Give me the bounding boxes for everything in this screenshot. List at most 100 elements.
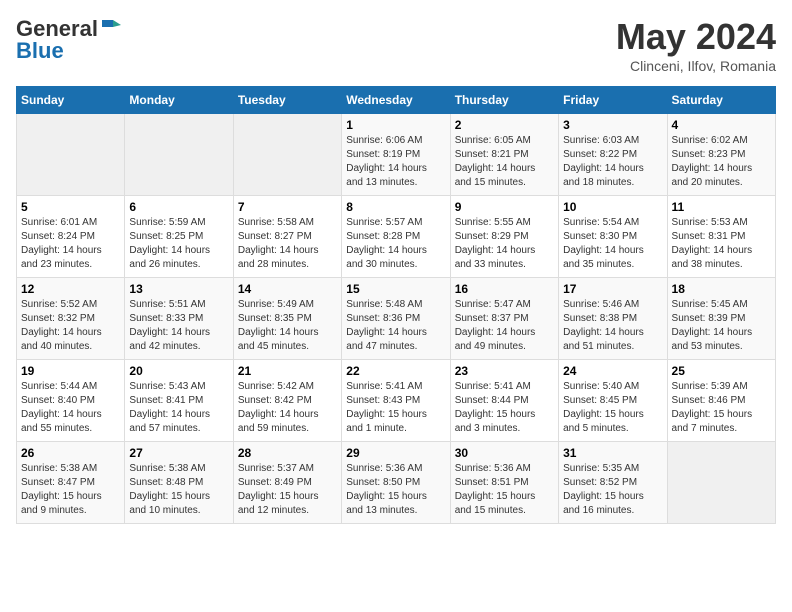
calendar-cell: 4Sunrise: 6:02 AM Sunset: 8:23 PM Daylig… bbox=[667, 114, 775, 196]
calendar-cell: 22 Sunrise: 5:41 AM Sunset: 8:43 PM Dayli… bbox=[342, 360, 450, 442]
calendar-body: 1Sunrise: 6:06 AM Sunset: 8:19 PM Daylig… bbox=[17, 114, 776, 524]
calendar-cell: 21 Sunrise: 5:42 AM Sunset: 8:42 PM Dayli… bbox=[233, 360, 341, 442]
day-number: 16 bbox=[455, 282, 554, 296]
weekday-header-tuesday: Tuesday bbox=[233, 87, 341, 114]
day-content: Sunrise: 6:03 AM Sunset: 8:22 PM Dayligh… bbox=[563, 134, 662, 190]
calendar-cell: 13Sunrise: 5:51 AM Sunset: 8:33 PM Dayli… bbox=[125, 278, 233, 360]
day-content: Sunrise: 6:05 AM Sunset: 8:21 PM Dayligh… bbox=[455, 134, 554, 190]
calendar-cell: 10 Sunrise: 5:54 AM Sunset: 8:30 PM Dayli… bbox=[559, 196, 667, 278]
day-number: 6 bbox=[129, 200, 228, 214]
day-content: Sunrise: 5:55 AM Sunset: 8:29 PM Dayligh… bbox=[455, 216, 554, 272]
calendar-cell: 14Sunrise: 5:49 AM Sunset: 8:35 PM Dayli… bbox=[233, 278, 341, 360]
logo: General Blue bbox=[16, 16, 121, 64]
weekday-header-monday: Monday bbox=[125, 87, 233, 114]
day-content: Sunrise: 5:40 AM Sunset: 8:45 PM Dayligh… bbox=[563, 380, 662, 436]
day-content: Sunrise: 5:48 AM Sunset: 8:36 PM Dayligh… bbox=[346, 298, 445, 354]
calendar-cell: 25Sunrise: 5:39 AM Sunset: 8:46 PM Dayli… bbox=[667, 360, 775, 442]
calendar-week-5: 26Sunrise: 5:38 AM Sunset: 8:47 PM Dayli… bbox=[17, 442, 776, 524]
day-number: 9 bbox=[455, 200, 554, 214]
day-number: 3 bbox=[563, 118, 662, 132]
calendar-cell bbox=[125, 114, 233, 196]
calendar-cell bbox=[667, 442, 775, 524]
day-content: Sunrise: 5:54 AM Sunset: 8:30 PM Dayligh… bbox=[563, 216, 662, 272]
day-number: 10 bbox=[563, 200, 662, 214]
calendar-title: May 2024 bbox=[616, 16, 776, 58]
day-content: Sunrise: 5:59 AM Sunset: 8:25 PM Dayligh… bbox=[129, 216, 228, 272]
calendar-cell: 20Sunrise: 5:43 AM Sunset: 8:41 PM Dayli… bbox=[125, 360, 233, 442]
calendar-cell: 8Sunrise: 5:57 AM Sunset: 8:28 PM Daylig… bbox=[342, 196, 450, 278]
day-content: Sunrise: 5:38 AM Sunset: 8:47 PM Dayligh… bbox=[21, 462, 120, 518]
day-number: 5 bbox=[21, 200, 120, 214]
day-content: Sunrise: 6:02 AM Sunset: 8:23 PM Dayligh… bbox=[672, 134, 771, 190]
day-number: 27 bbox=[129, 446, 228, 460]
calendar-cell: 18Sunrise: 5:45 AM Sunset: 8:39 PM Dayli… bbox=[667, 278, 775, 360]
calendar-cell: 3 Sunrise: 6:03 AM Sunset: 8:22 PM Daylig… bbox=[559, 114, 667, 196]
day-content: Sunrise: 6:01 AM Sunset: 8:24 PM Dayligh… bbox=[21, 216, 120, 272]
day-number: 25 bbox=[672, 364, 771, 378]
calendar-cell: 30 Sunrise: 5:36 AM Sunset: 8:51 PM Dayli… bbox=[450, 442, 558, 524]
day-number: 17 bbox=[563, 282, 662, 296]
calendar-cell: 6 Sunrise: 5:59 AM Sunset: 8:25 PM Daylig… bbox=[125, 196, 233, 278]
day-content: Sunrise: 5:42 AM Sunset: 8:42 PM Dayligh… bbox=[238, 380, 337, 436]
day-content: Sunrise: 5:57 AM Sunset: 8:28 PM Dayligh… bbox=[346, 216, 445, 272]
calendar-cell: 31 Sunrise: 5:35 AM Sunset: 8:52 PM Dayli… bbox=[559, 442, 667, 524]
day-number: 29 bbox=[346, 446, 445, 460]
day-number: 22 bbox=[346, 364, 445, 378]
calendar-cell: 23 Sunrise: 5:41 AM Sunset: 8:44 PM Dayli… bbox=[450, 360, 558, 442]
day-content: Sunrise: 5:36 AM Sunset: 8:51 PM Dayligh… bbox=[455, 462, 554, 518]
day-number: 30 bbox=[455, 446, 554, 460]
day-content: Sunrise: 5:45 AM Sunset: 8:39 PM Dayligh… bbox=[672, 298, 771, 354]
weekday-header-thursday: Thursday bbox=[450, 87, 558, 114]
day-number: 11 bbox=[672, 200, 771, 214]
calendar-cell: 11 Sunrise: 5:53 AM Sunset: 8:31 PM Dayli… bbox=[667, 196, 775, 278]
calendar-cell: 19 Sunrise: 5:44 AM Sunset: 8:40 PM Dayli… bbox=[17, 360, 125, 442]
day-number: 15 bbox=[346, 282, 445, 296]
day-number: 7 bbox=[238, 200, 337, 214]
day-number: 19 bbox=[21, 364, 120, 378]
day-number: 31 bbox=[563, 446, 662, 460]
calendar-cell: 15 Sunrise: 5:48 AM Sunset: 8:36 PM Dayli… bbox=[342, 278, 450, 360]
calendar-cell: 1Sunrise: 6:06 AM Sunset: 8:19 PM Daylig… bbox=[342, 114, 450, 196]
calendar-table: SundayMondayTuesdayWednesdayThursdayFrid… bbox=[16, 86, 776, 524]
day-content: Sunrise: 5:58 AM Sunset: 8:27 PM Dayligh… bbox=[238, 216, 337, 272]
calendar-cell: 16 Sunrise: 5:47 AM Sunset: 8:37 PM Dayli… bbox=[450, 278, 558, 360]
day-content: Sunrise: 5:44 AM Sunset: 8:40 PM Dayligh… bbox=[21, 380, 120, 436]
day-content: Sunrise: 5:36 AM Sunset: 8:50 PM Dayligh… bbox=[346, 462, 445, 518]
title-section: May 2024 Clinceni, Ilfov, Romania bbox=[616, 16, 776, 74]
day-content: Sunrise: 5:41 AM Sunset: 8:43 PM Dayligh… bbox=[346, 380, 445, 436]
day-number: 12 bbox=[21, 282, 120, 296]
day-content: Sunrise: 5:53 AM Sunset: 8:31 PM Dayligh… bbox=[672, 216, 771, 272]
calendar-cell: 9 Sunrise: 5:55 AM Sunset: 8:29 PM Daylig… bbox=[450, 196, 558, 278]
day-number: 28 bbox=[238, 446, 337, 460]
day-number: 1 bbox=[346, 118, 445, 132]
day-content: Sunrise: 5:41 AM Sunset: 8:44 PM Dayligh… bbox=[455, 380, 554, 436]
calendar-cell bbox=[233, 114, 341, 196]
day-number: 21 bbox=[238, 364, 337, 378]
calendar-cell: 5 Sunrise: 6:01 AM Sunset: 8:24 PM Daylig… bbox=[17, 196, 125, 278]
day-content: Sunrise: 5:38 AM Sunset: 8:48 PM Dayligh… bbox=[129, 462, 228, 518]
day-content: Sunrise: 5:46 AM Sunset: 8:38 PM Dayligh… bbox=[563, 298, 662, 354]
weekday-header-row: SundayMondayTuesdayWednesdayThursdayFrid… bbox=[17, 87, 776, 114]
calendar-cell: 28 Sunrise: 5:37 AM Sunset: 8:49 PM Dayli… bbox=[233, 442, 341, 524]
day-content: Sunrise: 5:47 AM Sunset: 8:37 PM Dayligh… bbox=[455, 298, 554, 354]
day-number: 20 bbox=[129, 364, 228, 378]
calendar-cell: 17 Sunrise: 5:46 AM Sunset: 8:38 PM Dayli… bbox=[559, 278, 667, 360]
day-number: 24 bbox=[563, 364, 662, 378]
day-number: 23 bbox=[455, 364, 554, 378]
calendar-cell: 12 Sunrise: 5:52 AM Sunset: 8:32 PM Dayli… bbox=[17, 278, 125, 360]
day-content: Sunrise: 5:35 AM Sunset: 8:52 PM Dayligh… bbox=[563, 462, 662, 518]
day-content: Sunrise: 5:51 AM Sunset: 8:33 PM Dayligh… bbox=[129, 298, 228, 354]
logo-flag-icon bbox=[99, 17, 121, 39]
calendar-week-1: 1Sunrise: 6:06 AM Sunset: 8:19 PM Daylig… bbox=[17, 114, 776, 196]
calendar-cell bbox=[17, 114, 125, 196]
weekday-header-friday: Friday bbox=[559, 87, 667, 114]
weekday-header-sunday: Sunday bbox=[17, 87, 125, 114]
day-content: Sunrise: 5:52 AM Sunset: 8:32 PM Dayligh… bbox=[21, 298, 120, 354]
day-content: Sunrise: 5:37 AM Sunset: 8:49 PM Dayligh… bbox=[238, 462, 337, 518]
calendar-cell: 7 Sunrise: 5:58 AM Sunset: 8:27 PM Daylig… bbox=[233, 196, 341, 278]
calendar-week-3: 12 Sunrise: 5:52 AM Sunset: 8:32 PM Dayli… bbox=[17, 278, 776, 360]
page-header: General Blue May 2024 Clinceni, Ilfov, R… bbox=[16, 16, 776, 74]
calendar-cell: 27 Sunrise: 5:38 AM Sunset: 8:48 PM Dayli… bbox=[125, 442, 233, 524]
calendar-cell: 29 Sunrise: 5:36 AM Sunset: 8:50 PM Dayli… bbox=[342, 442, 450, 524]
calendar-week-4: 19 Sunrise: 5:44 AM Sunset: 8:40 PM Dayli… bbox=[17, 360, 776, 442]
